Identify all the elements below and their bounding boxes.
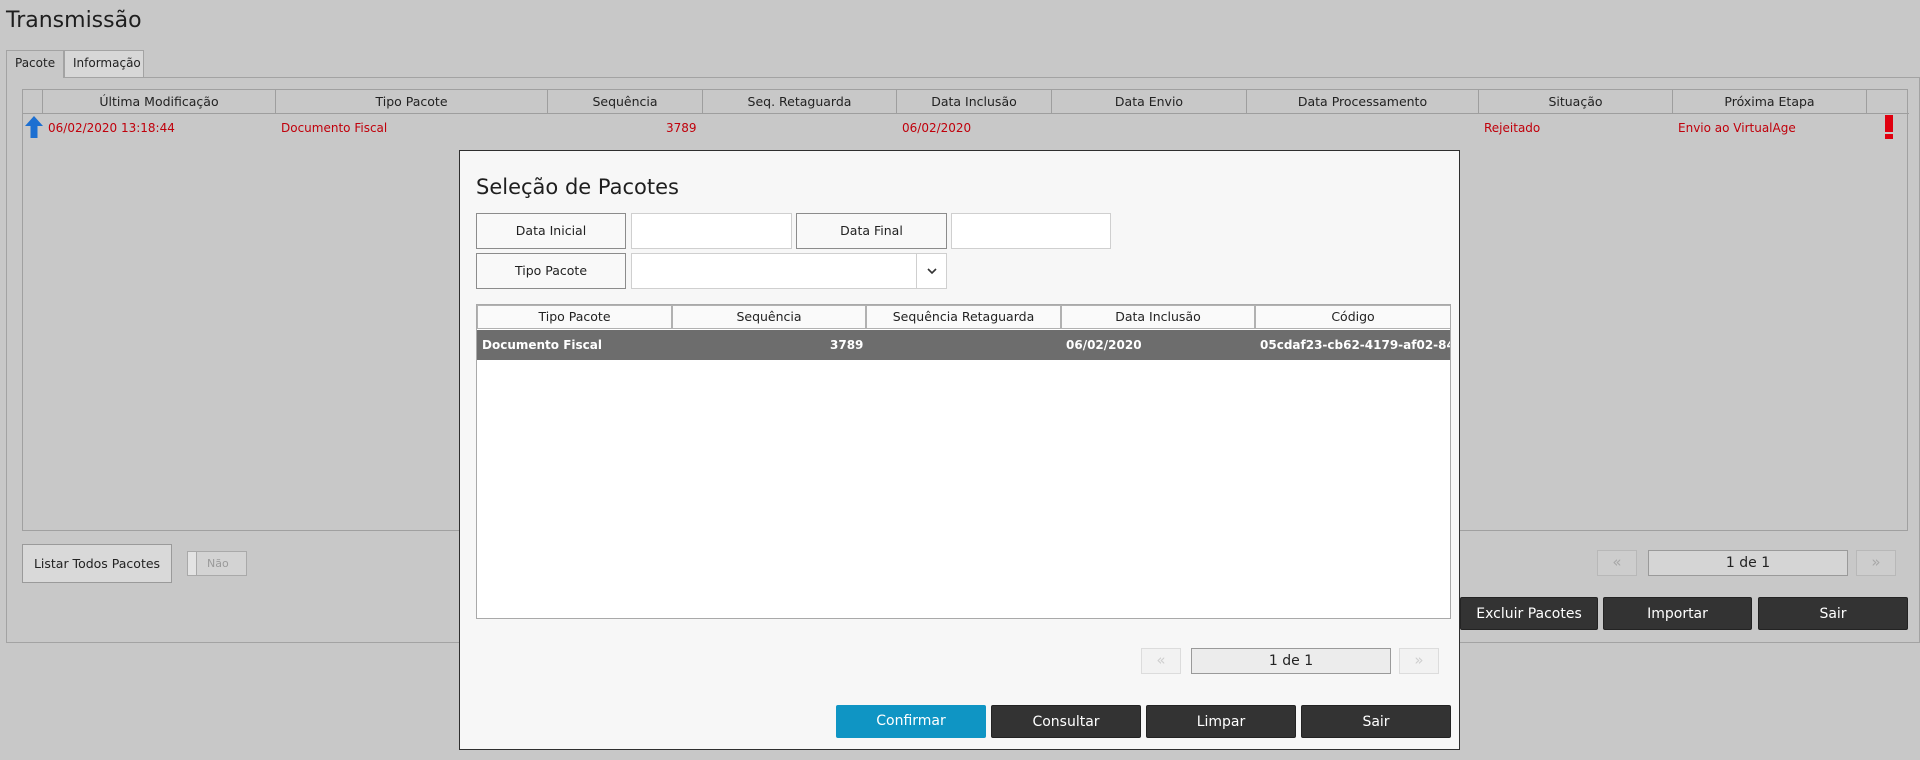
data-inicial-input[interactable] — [631, 213, 792, 249]
column-header-data-envio[interactable]: Data Envio — [1052, 90, 1247, 114]
tab-pacote[interactable]: Pacote — [6, 50, 64, 78]
chevron-down-icon[interactable] — [916, 254, 946, 288]
pager-page-indicator: 1 de 1 — [1648, 550, 1848, 576]
column-header-sequencia-retaguarda[interactable]: Sequência Retaguarda — [866, 305, 1061, 329]
dialog-title: Seleção de Pacotes — [476, 175, 679, 199]
cell-situacao: Rejeitado — [1484, 121, 1541, 135]
column-header-ultima-modificacao[interactable]: Última Modificação — [43, 90, 276, 114]
list-all-toggle[interactable]: Não — [187, 551, 247, 576]
confirm-button[interactable]: Confirmar — [836, 705, 986, 738]
column-header-sequencia[interactable]: Sequência — [548, 90, 703, 114]
tipo-pacote-label: Tipo Pacote — [476, 253, 626, 289]
cell-data-inclusao: 06/02/2020 — [1066, 338, 1142, 352]
clear-button[interactable]: Limpar — [1146, 705, 1296, 738]
column-header-status[interactable] — [1867, 90, 1909, 114]
column-header-data-inclusao[interactable]: Data Inclusão — [897, 90, 1052, 114]
selection-grid: Tipo Pacote Sequência Sequência Retaguar… — [476, 304, 1451, 619]
upload-arrow-icon — [25, 116, 43, 138]
column-header-indicator[interactable] — [23, 90, 43, 114]
dialog-pager-next-button[interactable]: » — [1399, 648, 1439, 674]
tab-informacao[interactable]: Informação — [64, 50, 144, 77]
list-all-packages-button[interactable]: Listar Todos Pacotes — [22, 544, 172, 583]
cell-ultima-modificacao: 06/02/2020 13:18:44 — [48, 121, 175, 135]
column-header-seq-retaguarda[interactable]: Seq. Retaguarda — [703, 90, 897, 114]
cell-codigo: 05cdaf23-cb62-4179-af02-84173db7 — [1260, 338, 1450, 352]
column-header-situacao[interactable]: Situação — [1479, 90, 1673, 114]
cell-sequencia: 3789 — [830, 338, 864, 352]
column-header-data-processamento[interactable]: Data Processamento — [1247, 90, 1479, 114]
cell-proxima-etapa: Envio ao VirtualAge — [1678, 121, 1796, 135]
package-selection-dialog: Seleção de Pacotes Data Inicial Data Fin… — [459, 150, 1460, 750]
exclamation-icon[interactable] — [1883, 114, 1895, 140]
column-header-proxima-etapa[interactable]: Próxima Etapa — [1673, 90, 1867, 114]
column-header-sequencia[interactable]: Sequência — [672, 305, 866, 329]
data-final-label: Data Final — [796, 213, 947, 249]
column-header-codigo[interactable]: Código — [1255, 305, 1450, 329]
column-header-tipo-pacote[interactable]: Tipo Pacote — [477, 305, 672, 329]
pager-prev-button[interactable]: « — [1597, 550, 1637, 576]
dialog-pager-prev-button[interactable]: « — [1141, 648, 1181, 674]
toggle-knob[interactable] — [188, 552, 197, 575]
import-button[interactable]: Importar — [1603, 597, 1752, 630]
cell-tipo-pacote: Documento Fiscal — [482, 338, 602, 352]
grid-header: Última Modificação Tipo Pacote Sequência… — [23, 90, 1909, 114]
cell-sequencia: 3789 — [666, 121, 697, 135]
toggle-label: Não — [207, 557, 229, 570]
data-inicial-label: Data Inicial — [476, 213, 626, 249]
table-row[interactable]: Documento Fiscal 3789 06/02/2020 05cdaf2… — [477, 330, 1450, 360]
cell-data-inclusao: 06/02/2020 — [902, 121, 972, 135]
column-header-data-inclusao[interactable]: Data Inclusão — [1061, 305, 1255, 329]
dialog-exit-button[interactable]: Sair — [1301, 705, 1451, 738]
column-header-tipo-pacote[interactable]: Tipo Pacote — [276, 90, 548, 114]
pager-next-button[interactable]: » — [1856, 550, 1896, 576]
tipo-pacote-select[interactable] — [631, 253, 947, 289]
cell-tipo-pacote: Documento Fiscal — [281, 121, 388, 135]
data-final-input[interactable] — [951, 213, 1111, 249]
query-button[interactable]: Consultar — [991, 705, 1141, 738]
delete-packages-button[interactable]: Excluir Pacotes — [1460, 597, 1598, 630]
dialog-pager-page-indicator: 1 de 1 — [1191, 648, 1391, 674]
exit-button[interactable]: Sair — [1758, 597, 1908, 630]
app-title: Transmissão — [6, 8, 142, 33]
table-row[interactable]: 06/02/2020 13:18:44 Documento Fiscal 378… — [23, 114, 1907, 142]
